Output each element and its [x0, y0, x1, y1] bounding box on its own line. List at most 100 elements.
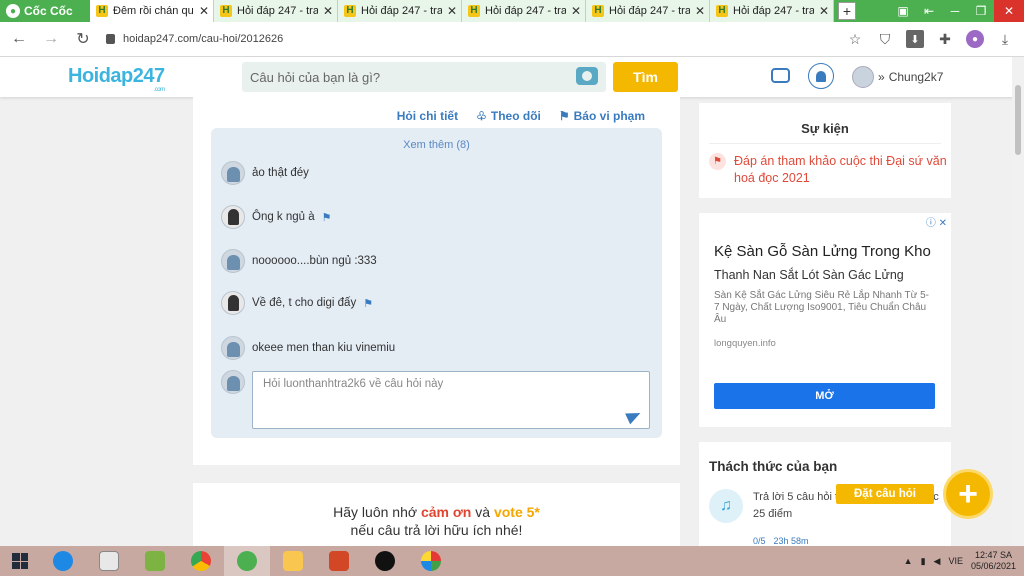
photos-icon	[421, 551, 441, 571]
browser-tab[interactable]: H Hỏi đáp 247 - tra ✕	[338, 0, 462, 22]
avatar[interactable]	[221, 291, 245, 315]
follow-link[interactable]: ♧ Theo dõi	[476, 109, 541, 123]
taskbar-app[interactable]	[224, 546, 270, 576]
avatar[interactable]	[221, 249, 245, 273]
logo-text: Hoidap247	[68, 65, 165, 87]
browser-tab[interactable]: H Hỏi đáp 247 - tra ✕	[462, 0, 586, 22]
download-icon[interactable]: ⤓	[996, 30, 1014, 48]
back-icon[interactable]: ←	[10, 30, 28, 48]
tab-close-icon[interactable]: ✕	[199, 4, 209, 18]
maximize-icon[interactable]: ❐	[968, 0, 994, 22]
taskbar-app[interactable]	[86, 546, 132, 576]
ad-title[interactable]: Kệ Sàn Gỗ Sàn Lửng Trong Kho	[714, 243, 931, 260]
send-icon[interactable]	[625, 407, 643, 425]
flag-icon: ⚑	[709, 153, 726, 170]
ask-question-button[interactable]: +	[943, 469, 993, 519]
site-logo[interactable]: Hoidap247 .com	[68, 65, 165, 93]
download-manager-icon[interactable]: ⬇	[906, 30, 924, 48]
browser-tab-bar: ● Cốc Cốc H Đêm rồi chán quá ✕ H Hỏi đáp…	[0, 0, 1024, 22]
tab-close-icon[interactable]: ✕	[323, 4, 333, 18]
windows-icon	[12, 553, 28, 569]
profile-icon[interactable]: ●	[966, 30, 984, 48]
comment-text: Ông k ngủ à	[252, 211, 315, 223]
minimize-icon[interactable]: ─	[942, 0, 968, 22]
clock[interactable]: 12:47 SA 05/06/2021	[971, 550, 1016, 572]
avatar	[852, 66, 874, 88]
tab-close-icon[interactable]: ✕	[571, 4, 581, 18]
message-icon[interactable]	[771, 68, 790, 83]
ad-open-button[interactable]: MỞ	[714, 383, 935, 409]
taskbar-app[interactable]	[132, 546, 178, 576]
volume-icon[interactable]: ◀	[934, 556, 941, 567]
taskbar-app[interactable]	[178, 546, 224, 576]
new-tab-button[interactable]: +	[838, 2, 856, 20]
chrome-icon	[191, 551, 211, 571]
event-link: Đáp án tham khảo cuộc thi Đại sứ văn hoá…	[734, 154, 947, 185]
browser-tab[interactable]: H Đêm rồi chán quá ✕	[90, 0, 214, 22]
site-header: Hoidap247 .com Câu hỏi của bạn là gì? Tì…	[0, 57, 1024, 97]
tray-chevron-icon[interactable]: ▲	[904, 556, 913, 566]
comments-panel: Xem thêm (8) ảo thật đéy Ông k ngủ à ⚑ n…	[211, 128, 662, 438]
comment: Về đê, t cho digi đấy ⚑	[221, 291, 373, 315]
reply-input[interactable]: Hỏi luonthanhtra2k6 về câu hỏi này	[252, 371, 650, 429]
divider	[709, 143, 941, 144]
thanks-line-2: nếu câu trả lời hữu ích nhé!	[350, 522, 523, 538]
tab-close-icon[interactable]: ✕	[695, 4, 705, 18]
comment-text: ảo thật đéy	[252, 167, 309, 179]
taskbar-app[interactable]	[316, 546, 362, 576]
coccoc-icon	[237, 551, 257, 571]
avatar[interactable]	[221, 205, 245, 229]
reply-placeholder: Hỏi luonthanhtra2k6 về câu hỏi này	[263, 378, 444, 390]
address-bar: ← → ↻ hoidap247.com/cau-hoi/2012626 ☆ ⛉ …	[0, 22, 1024, 57]
hoidap-favicon-icon: H	[592, 5, 604, 17]
back-arrow-icon[interactable]: ⇤	[916, 0, 942, 22]
extension-icon[interactable]: ✚	[936, 30, 954, 48]
report-flag-icon[interactable]: ⚑	[363, 297, 373, 310]
camera-icon[interactable]	[576, 67, 598, 85]
bell-icon[interactable]	[808, 63, 834, 89]
ad-info-icon[interactable]: ⓘ ✕	[926, 214, 947, 229]
taskbar-app[interactable]	[270, 546, 316, 576]
taskbar-app[interactable]	[362, 546, 408, 576]
tab-close-icon[interactable]: ✕	[447, 4, 457, 18]
report-flag-icon[interactable]: ⚑	[322, 211, 332, 224]
shield-icon[interactable]: ⛉	[876, 30, 894, 48]
event-item[interactable]: ⚑ Đáp án tham khảo cuộc thi Đại sứ văn h…	[709, 153, 951, 187]
tab-title: Hỏi đáp 247 - tra	[237, 5, 318, 17]
taskbar-app[interactable]	[40, 546, 86, 576]
browser-tab[interactable]: H Hỏi đáp 247 - tra ✕	[586, 0, 710, 22]
star-icon[interactable]: ☆	[846, 30, 864, 48]
search-button[interactable]: Tìm	[613, 62, 678, 92]
scroll-thumb[interactable]	[1015, 85, 1021, 155]
taskbar-app[interactable]	[408, 546, 454, 576]
ask-question-label[interactable]: Đặt câu hỏi	[836, 484, 934, 504]
comment: Ông k ngủ à ⚑	[221, 205, 332, 229]
browser-tab[interactable]: H Hỏi đáp 247 - tra ✕	[710, 0, 834, 22]
language-indicator[interactable]: VIE	[948, 556, 963, 566]
windows-taskbar: ▲ ▮ ◀ VIE 12:47 SA 05/06/2021	[0, 546, 1024, 576]
report-link[interactable]: ⚑ Báo vi phạm	[559, 109, 645, 123]
tab-close-icon[interactable]: ✕	[819, 4, 829, 18]
user-menu[interactable]: » Chung2k7	[852, 66, 943, 88]
forward-icon[interactable]: →	[42, 30, 60, 48]
reload-icon[interactable]: ↻	[74, 29, 92, 49]
games-icon	[99, 551, 119, 571]
search-input[interactable]: Câu hỏi của bạn là gì?	[242, 62, 606, 92]
avatar[interactable]	[221, 336, 245, 360]
tiktok-icon	[375, 551, 395, 571]
url-field[interactable]: hoidap247.com/cau-hoi/2012626	[106, 33, 832, 45]
avatar[interactable]	[221, 161, 245, 185]
see-more-link[interactable]: Xem thêm (8)	[211, 139, 662, 151]
screenshot-icon[interactable]: ▣	[890, 0, 916, 22]
lock-icon	[106, 34, 115, 44]
browser-tab[interactable]: H Hỏi đáp 247 - tra ✕	[214, 0, 338, 22]
follow-icon: ♧	[476, 109, 487, 123]
ask-detail-link[interactable]: Hỏi chi tiết	[397, 109, 458, 123]
network-icon[interactable]: ▮	[921, 556, 926, 567]
start-button[interactable]	[0, 546, 40, 576]
close-window-icon[interactable]: ✕	[994, 0, 1024, 22]
browser-logo[interactable]: ● Cốc Cốc	[0, 0, 90, 22]
challenge-title: Thách thức của bạn	[709, 459, 838, 474]
events-title: Sự kiện	[801, 121, 849, 136]
scrollbar[interactable]	[1012, 57, 1024, 546]
